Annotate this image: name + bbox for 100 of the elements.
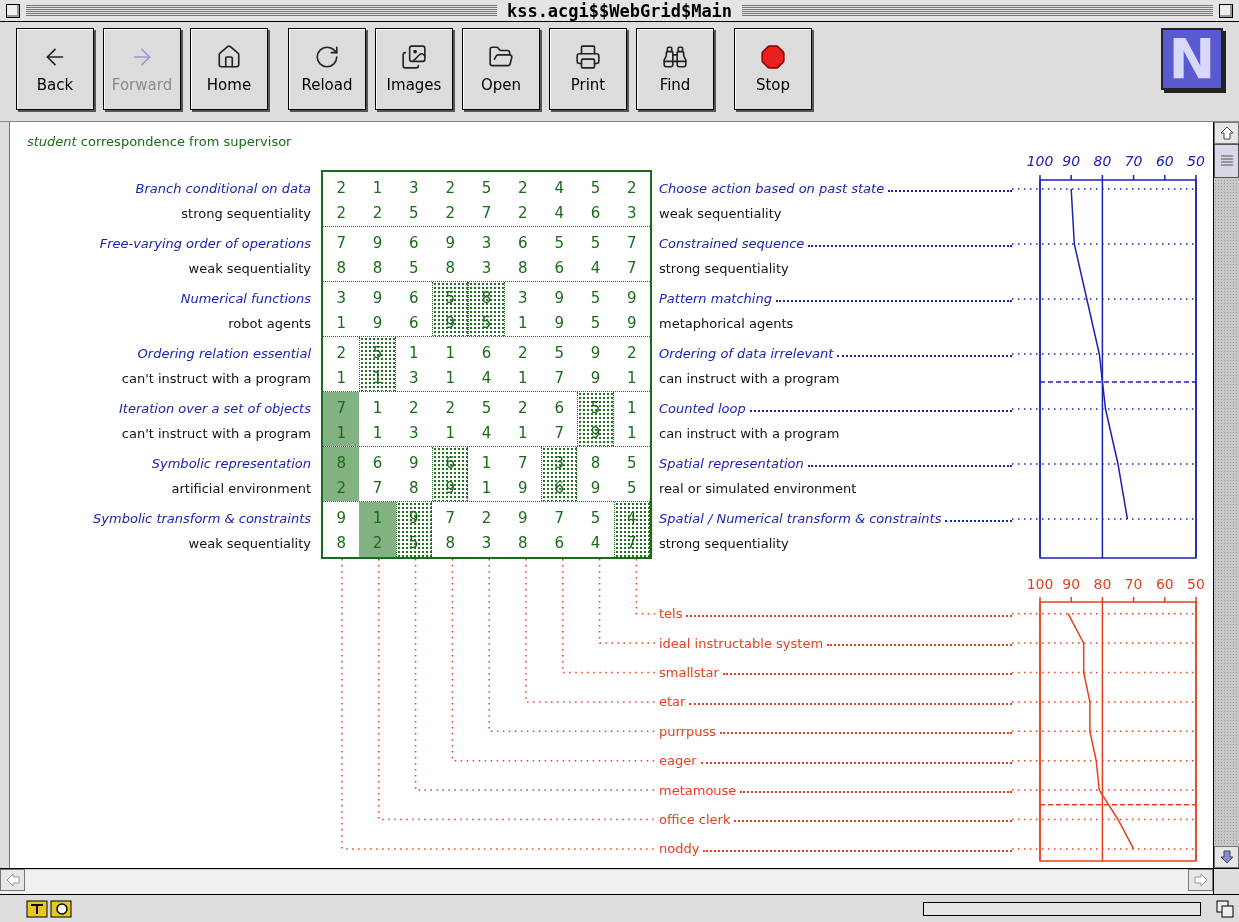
element-name: purrpuss [659, 723, 716, 739]
construct-pole: Ordering relation essential [137, 346, 311, 361]
rating-value: 4 [626, 507, 638, 529]
images-icon [401, 44, 427, 70]
element-name: office clerk [659, 811, 731, 827]
rating-value: 5 [589, 177, 602, 199]
construct-pole: real or simulated environment [659, 481, 857, 496]
rating-value: 5 [626, 477, 638, 499]
rating-value: 4 [589, 257, 602, 279]
rating-value: 8 [517, 532, 529, 554]
construct-pole: Constrained sequence [659, 236, 805, 251]
toolbar-button[interactable]: Home [190, 28, 268, 110]
binoculars-icon [662, 44, 688, 70]
element-name: etar [659, 694, 686, 710]
rating-value: 9 [589, 367, 602, 389]
rating-value: 2 [335, 202, 347, 224]
rating-value: 2 [444, 177, 456, 199]
resize-icon[interactable] [1215, 898, 1235, 919]
rating-value: 1 [371, 367, 384, 389]
rating-value: 8 [444, 257, 456, 279]
rating-value: 3 [408, 177, 420, 199]
rating-value: 7 [517, 452, 529, 474]
rating-value: 6 [589, 202, 602, 224]
element-name: tels [659, 606, 683, 622]
reload-icon [314, 44, 340, 70]
rating-value: 3 [408, 367, 420, 389]
rating-value: 8 [517, 257, 529, 279]
rating-value: 2 [517, 342, 529, 364]
construct-pole: Symbolic transform & constraints [93, 511, 311, 526]
rating-value: 6 [553, 257, 565, 279]
rating-value: 2 [517, 177, 529, 199]
rating-value: 4 [480, 367, 493, 389]
toolbar-button[interactable]: Images [375, 28, 453, 110]
tick-label: 80 [1093, 153, 1112, 169]
rating-value: 8 [371, 257, 384, 279]
scroll-thumb[interactable] [1214, 144, 1239, 178]
scroll-left-button[interactable] [0, 869, 25, 891]
toolbar-button[interactable]: Stop [734, 28, 812, 110]
construct-pole: metaphorical agents [659, 316, 794, 331]
rating-value: 1 [626, 397, 638, 419]
rating-value: 9 [371, 287, 384, 309]
rating-value: 1 [480, 452, 493, 474]
toolbar-button[interactable]: Back [16, 28, 94, 110]
rating-value: 9 [589, 342, 602, 364]
rating-value: 9 [444, 232, 456, 254]
rating-value: 5 [408, 257, 420, 279]
rating-value: 6 [408, 232, 420, 254]
rating-value: 9 [371, 232, 384, 254]
rating-value: 1 [517, 367, 529, 389]
rating-value: 1 [335, 312, 347, 334]
rating-value: 7 [553, 507, 565, 529]
construct-pole: artificial environment [171, 481, 311, 496]
tick-label: 90 [1062, 153, 1081, 169]
construct-pole: weak sequentiality [188, 536, 311, 551]
printer-icon [575, 44, 601, 70]
rating-value: 2 [444, 202, 456, 224]
rating-value: 9 [444, 477, 456, 499]
tick-label: 60 [1155, 153, 1174, 169]
rating-value: 4 [553, 177, 565, 199]
rating-value: 1 [371, 397, 384, 419]
rating-value: 3 [480, 532, 493, 554]
tick-label: 70 [1124, 153, 1143, 169]
rating-value: 2 [335, 177, 347, 199]
scroll-down-button[interactable] [1214, 846, 1239, 868]
construct-pole: Choose action based on past state [659, 181, 885, 196]
construct-pole: Counted loop [659, 401, 746, 416]
scroll-right-button[interactable] [1188, 869, 1213, 891]
rating-value: 5 [444, 287, 456, 309]
element-name: metamouse [659, 782, 737, 798]
toolbar-button[interactable]: Print [549, 28, 627, 110]
rating-value: 4 [589, 532, 602, 554]
construct-pole: Free-varying order of operations [99, 236, 311, 251]
rating-value: 3 [517, 287, 529, 309]
rating-value: 7 [480, 202, 493, 224]
rating-value: 1 [444, 342, 456, 364]
toolbar-button[interactable]: Reload [288, 28, 366, 110]
vertical-scrollbar[interactable] [1213, 122, 1239, 868]
rating-value: 8 [480, 287, 493, 309]
rating-value: 1 [444, 422, 456, 444]
construct-pole: Iteration over a set of objects [119, 401, 311, 416]
rating-value: 2 [626, 177, 638, 199]
close-box[interactable] [6, 3, 20, 18]
rating-value: 1 [371, 507, 384, 529]
toolbar-button[interactable]: Find [636, 28, 714, 110]
leader-line [945, 519, 1012, 522]
rating-value: 7 [335, 232, 347, 254]
rating-value: 8 [335, 452, 347, 474]
rating-value: 4 [480, 422, 493, 444]
rating-value: 6 [408, 312, 420, 334]
toolbar-button[interactable]: Open [462, 28, 540, 110]
zoom-box[interactable] [1219, 3, 1233, 18]
construct-pole: can't instruct with a program [121, 371, 311, 386]
rating-value: 5 [589, 312, 602, 334]
element-name: noddy [659, 841, 700, 857]
stop-sign-icon [760, 44, 786, 70]
rating-value: 2 [517, 202, 529, 224]
scroll-up-button[interactable] [1214, 122, 1239, 144]
tick-label: 60 [1155, 576, 1174, 592]
up-arrow-icon [1219, 126, 1234, 140]
rating-value: 5 [589, 287, 602, 309]
